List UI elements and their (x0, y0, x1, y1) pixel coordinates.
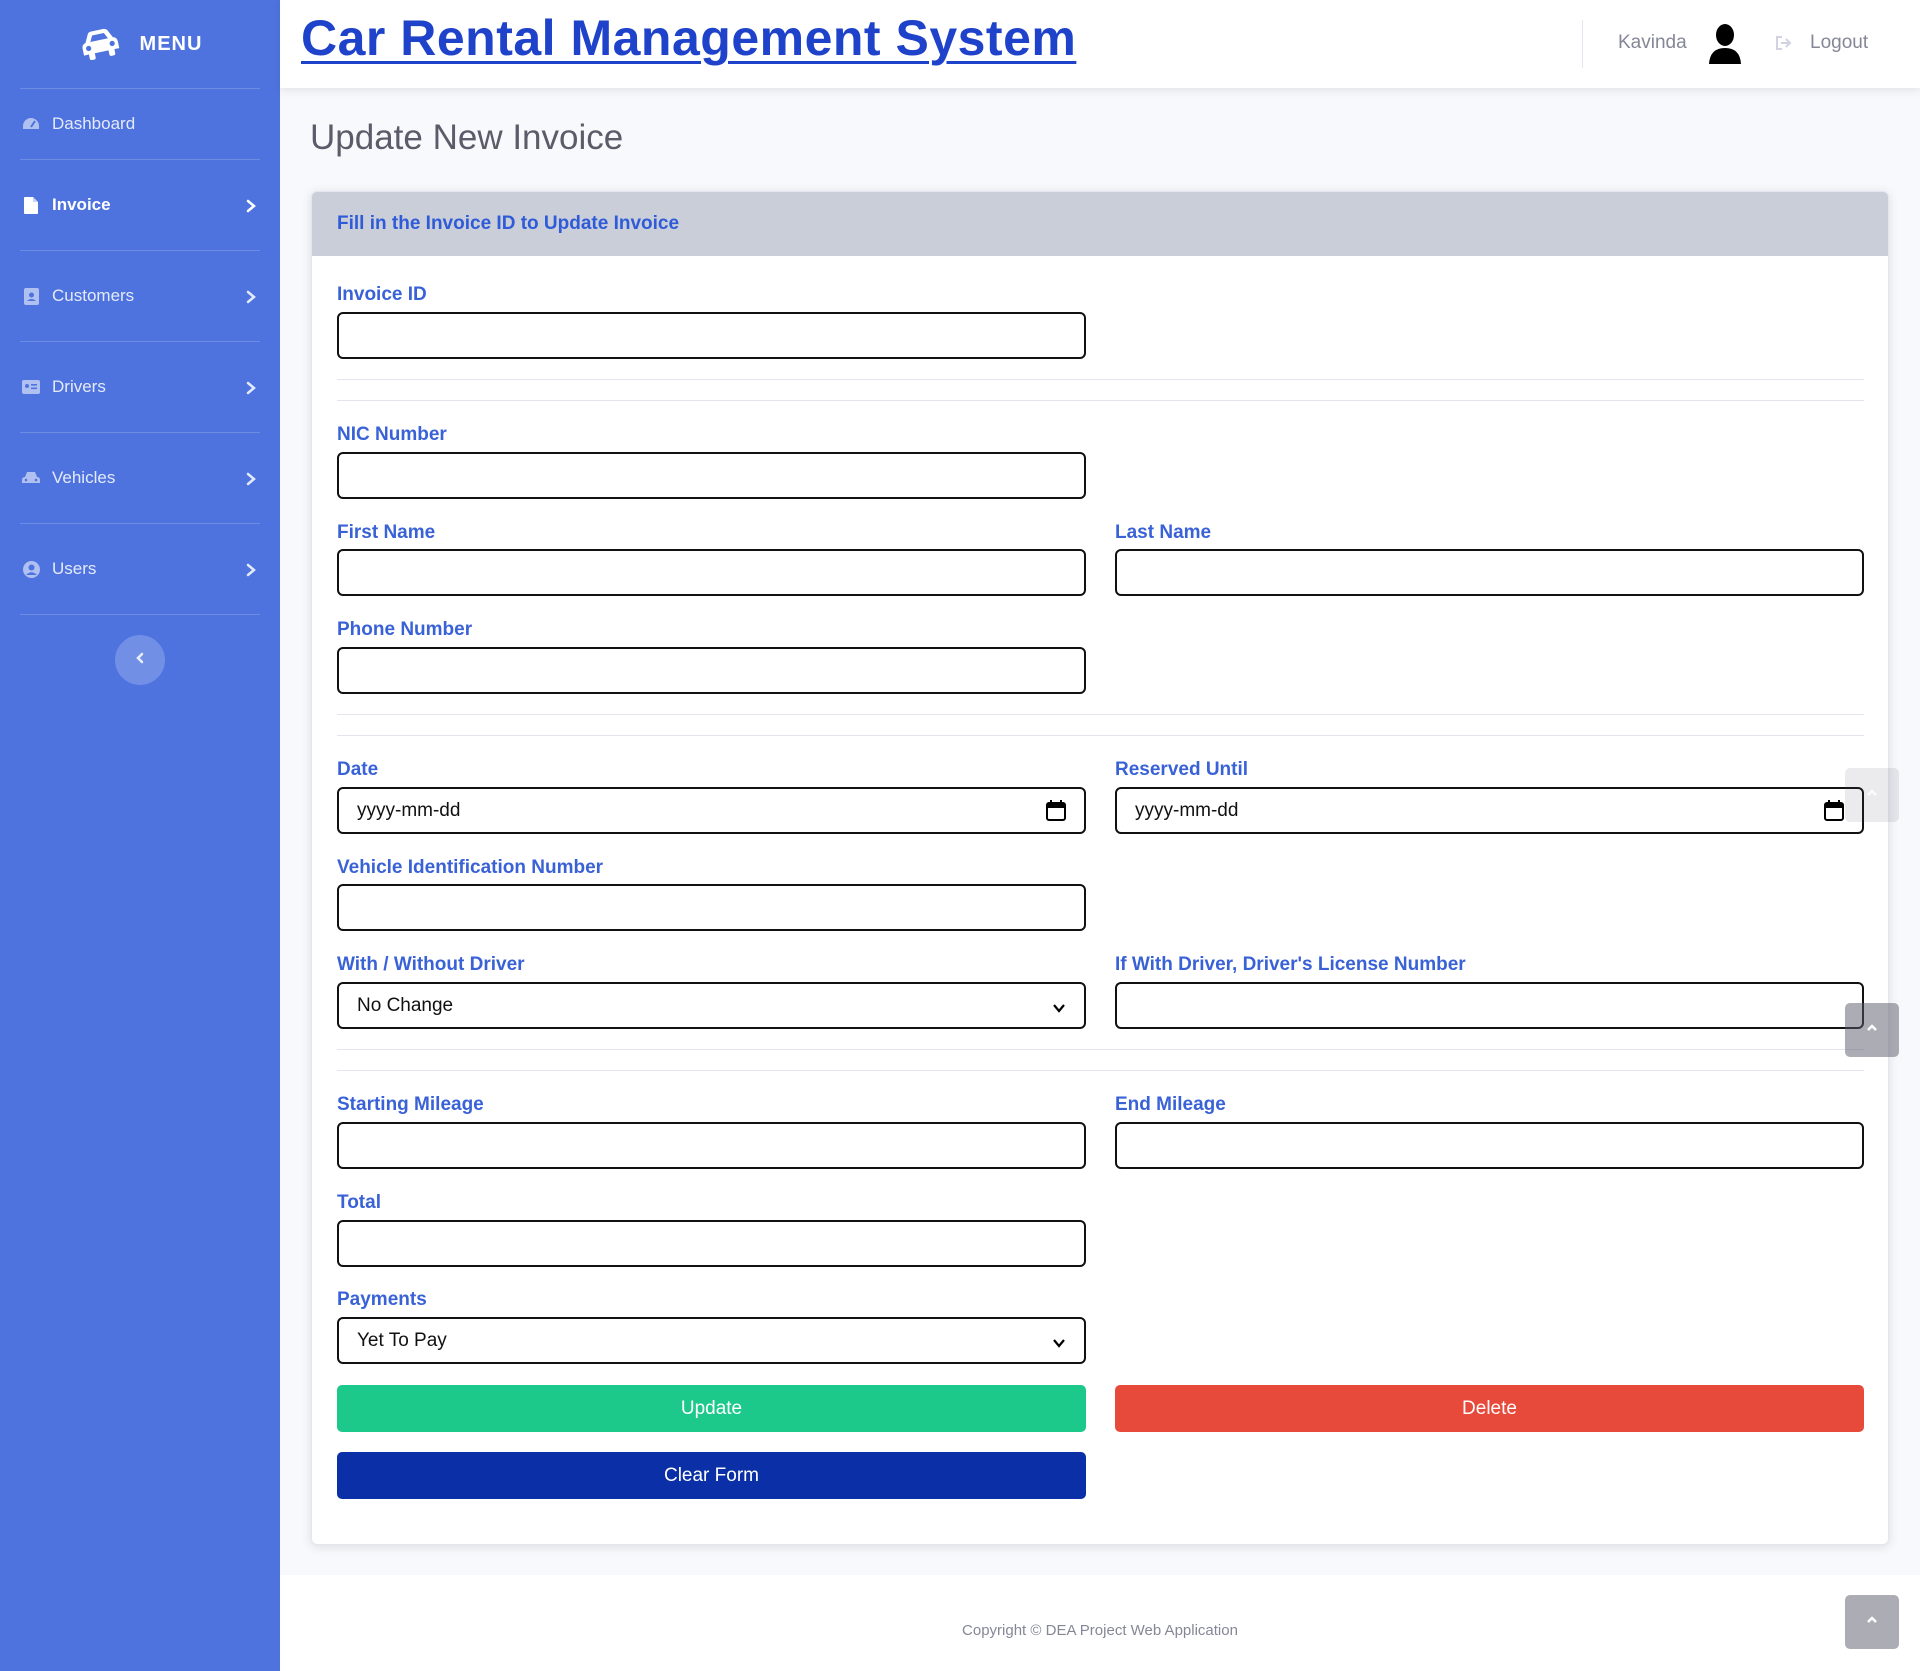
sidebar-item-invoice[interactable]: Invoice (0, 160, 280, 250)
footer: Copyright © DEA Project Web Application (280, 1575, 1920, 1671)
chevron-left-icon (133, 651, 147, 670)
update-button[interactable]: Update (337, 1385, 1086, 1432)
sidebar-item-label: Customers (52, 286, 135, 305)
invoice-id-input[interactable] (337, 312, 1086, 359)
sidebar-item-customers[interactable]: Customers (0, 251, 280, 341)
payments-select[interactable]: Yet To Pay (337, 1317, 1086, 1364)
sidebar-item-label: Vehicles (52, 468, 116, 487)
date-input[interactable]: yyyy-mm-dd (337, 787, 1086, 834)
sidebar-item-label: Drivers (52, 377, 106, 396)
payments-value: Yet To Pay (357, 1329, 447, 1351)
driver-license-input[interactable] (1115, 982, 1864, 1029)
tachometer-icon (22, 115, 40, 133)
first-name-label: First Name (337, 522, 436, 543)
calendar-icon[interactable] (1046, 799, 1066, 822)
chevron-right-icon (244, 289, 258, 304)
vin-input[interactable] (337, 884, 1086, 931)
phone-number-label: Phone Number (337, 619, 473, 640)
chevron-right-icon (244, 198, 258, 213)
topbar: Car Rental Management System Kavinda Log… (280, 0, 1920, 88)
sign-out-icon (1775, 34, 1793, 52)
sidebar-divider (20, 614, 260, 615)
chevron-up-icon (1865, 786, 1879, 805)
avatar[interactable] (1708, 22, 1742, 64)
last-name-label: Last Name (1115, 522, 1212, 543)
sidebar-brand-label: MENU (139, 32, 203, 55)
starting-mileage-input[interactable] (337, 1122, 1086, 1169)
calendar-icon[interactable] (1824, 799, 1844, 822)
user-name[interactable]: Kavinda (1618, 32, 1687, 54)
app-title[interactable]: Car Rental Management System (301, 9, 1076, 67)
payments-label: Payments (337, 1289, 427, 1310)
driver-option-label: With / Without Driver (337, 954, 525, 975)
total-label: Total (337, 1192, 381, 1213)
chevron-down-icon (1052, 999, 1066, 1013)
scroll-top-button[interactable] (1845, 1003, 1899, 1057)
delete-button[interactable]: Delete (1115, 1385, 1864, 1432)
chevron-right-icon (244, 471, 258, 486)
user-circle-icon (22, 560, 40, 578)
car-icon (78, 26, 122, 62)
driver-option-select[interactable]: No Change (337, 982, 1086, 1029)
sidebar-item-users[interactable]: Users (0, 524, 280, 614)
divider (337, 400, 1864, 401)
sidebar-item-dashboard[interactable]: Dashboard (0, 89, 280, 159)
sidebar-item-vehicles[interactable]: Vehicles (0, 433, 280, 523)
sidebar-item-drivers[interactable]: Drivers (0, 342, 280, 432)
sidebar-item-label: Users (52, 559, 97, 578)
car-icon (22, 469, 40, 487)
nic-number-label: NIC Number (337, 424, 447, 445)
page-title: Update New Invoice (310, 118, 624, 157)
total-input[interactable] (337, 1220, 1086, 1267)
chevron-up-icon (1865, 1613, 1879, 1632)
clear-form-button[interactable]: Clear Form (337, 1452, 1086, 1499)
first-name-input[interactable] (337, 549, 1086, 596)
address-book-icon (22, 287, 40, 305)
file-icon (22, 196, 40, 214)
driver-license-label: If With Driver, Driver's License Number (1115, 954, 1466, 975)
divider (337, 714, 1864, 715)
nic-number-input[interactable] (337, 452, 1086, 499)
id-card-icon (22, 378, 40, 396)
reserved-until-label: Reserved Until (1115, 759, 1249, 780)
chevron-right-icon (244, 562, 258, 577)
vin-label: Vehicle Identification Number (337, 857, 604, 878)
invoice-id-label: Invoice ID (337, 284, 427, 305)
reserved-until-input[interactable]: yyyy-mm-dd (1115, 787, 1864, 834)
topbar-divider (1582, 20, 1583, 68)
scroll-top-button[interactable] (1845, 768, 1899, 822)
divider (337, 735, 1864, 736)
sidebar-brand[interactable]: MENU (0, 0, 280, 88)
divider (337, 379, 1864, 380)
sidebar-item-label: Invoice (52, 195, 111, 214)
phone-number-input[interactable] (337, 647, 1086, 694)
driver-option-value: No Change (357, 994, 454, 1016)
logout-link[interactable]: Logout (1810, 32, 1868, 54)
divider (337, 1070, 1864, 1071)
reserved-until-placeholder: yyyy-mm-dd (1135, 799, 1239, 821)
last-name-input[interactable] (1115, 549, 1864, 596)
divider (337, 1049, 1864, 1050)
date-placeholder: yyyy-mm-dd (357, 799, 461, 821)
sidebar-toggle-button[interactable] (115, 635, 165, 685)
starting-mileage-label: Starting Mileage (337, 1094, 484, 1115)
date-label: Date (337, 759, 379, 780)
sidebar: MENU Dashboard Invoice Customers Drivers (0, 0, 280, 1671)
chevron-up-icon (1865, 1021, 1879, 1040)
sidebar-item-label: Dashboard (52, 114, 136, 133)
scroll-top-button[interactable] (1845, 1595, 1899, 1649)
chevron-down-icon (1052, 1334, 1066, 1348)
copyright-text: Copyright © DEA Project Web Application (962, 1622, 1238, 1639)
end-mileage-input[interactable] (1115, 1122, 1864, 1169)
chevron-right-icon (244, 380, 258, 395)
end-mileage-label: End Mileage (1115, 1094, 1226, 1115)
card-header: Fill in the Invoice ID to Update Invoice (312, 192, 1888, 256)
invoice-form-card: Fill in the Invoice ID to Update Invoice… (311, 191, 1889, 1545)
